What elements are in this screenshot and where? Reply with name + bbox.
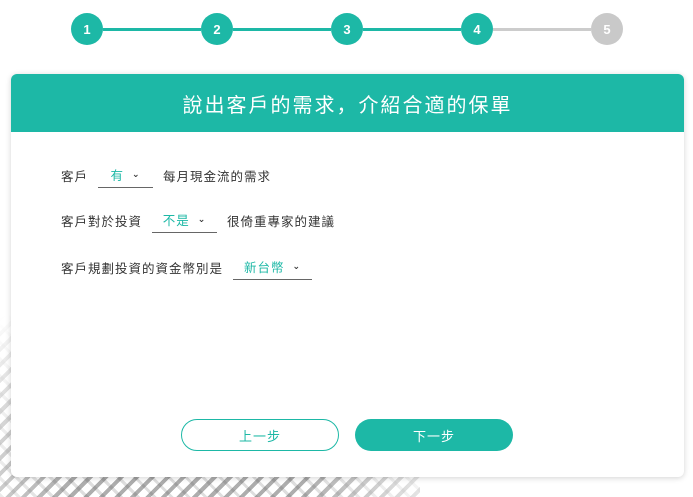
form-row-cashflow: 客戶 有 ⌄ 每月現金流的需求 — [61, 162, 271, 188]
row2-suffix-label: 很倚重專家的建議 — [227, 213, 336, 229]
cashflow-select[interactable]: 有 ⌄ — [98, 162, 154, 188]
step-connector-1-2 — [103, 28, 201, 31]
previous-step-button[interactable]: 上一步 — [181, 419, 339, 451]
step-connector-4-5 — [493, 28, 591, 31]
form-row-currency: 客戶規劃投資的資金幣別是 新台幣 ⌄ — [61, 254, 313, 280]
chevron-down-icon: ⌄ — [292, 261, 302, 272]
step-3: 3 — [331, 13, 363, 45]
currency-select[interactable]: 新台幣 ⌄ — [233, 254, 313, 280]
step-5: 5 — [591, 13, 623, 45]
chevron-down-icon: ⌄ — [197, 214, 207, 225]
chevron-down-icon: ⌄ — [132, 169, 141, 180]
progress-stepper: 1 2 3 4 5 — [0, 0, 693, 60]
step-2: 2 — [201, 13, 233, 45]
currency-select-value: 新台幣 — [243, 260, 285, 275]
step-connector-2-3 — [233, 28, 331, 31]
next-step-button[interactable]: 下一步 — [355, 419, 513, 451]
card-title: 說出客戶的需求，介紹合適的保單 — [11, 74, 684, 132]
step-1: 1 — [71, 13, 103, 45]
cashflow-select-value: 有 — [110, 168, 124, 183]
row1-suffix-label: 每月現金流的需求 — [163, 168, 272, 184]
row1-prefix-label: 客戶 — [61, 168, 89, 184]
form-card: 說出客戶的需求，介紹合適的保單 客戶 有 ⌄ 每月現金流的需求 客戶對於投資 不… — [11, 74, 684, 477]
expert-advice-select[interactable]: 不是 ⌄ — [152, 207, 218, 233]
step-connector-3-4 — [363, 28, 461, 31]
expert-advice-select-value: 不是 — [162, 213, 190, 228]
row2-prefix-label: 客戶對於投資 — [61, 213, 143, 229]
form-row-expert-advice: 客戶對於投資 不是 ⌄ 很倚重專家的建議 — [61, 207, 335, 233]
step-4: 4 — [461, 13, 493, 45]
row3-prefix-label: 客戶規劃投資的資金幣別是 — [61, 260, 224, 276]
